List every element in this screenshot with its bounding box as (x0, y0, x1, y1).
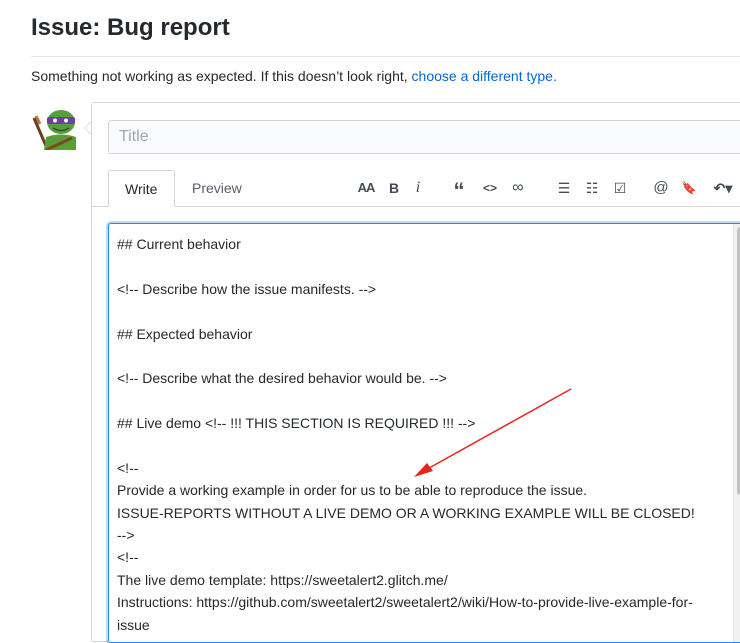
editor-line: <!-- (117, 549, 139, 566)
bullet-list-icon[interactable]: ☰ (555, 178, 573, 198)
mention-icon[interactable]: @ (652, 178, 670, 198)
issue-body-content[interactable]: ## Current behavior <!-- Describe how the… (117, 233, 717, 636)
issue-title-input[interactable] (108, 120, 740, 154)
numbered-list-icon[interactable]: ☷ (583, 178, 601, 198)
editor-line: ## Live demo <!-- !!! THIS SECTION IS RE… (117, 415, 476, 432)
editor-scrollbar[interactable] (733, 224, 740, 642)
editor-line: <!-- Describe what the desired behavior … (117, 370, 447, 387)
editor-line: The live demo template: https://sweetale… (117, 571, 448, 588)
editor-line: issue (117, 616, 150, 633)
code-icon[interactable]: <> (480, 178, 500, 198)
editor-line: Instructions: https://github.com/sweetal… (117, 594, 693, 611)
editor-line: --> (117, 527, 135, 544)
issue-type-hint-text: Something not working as expected. If th… (31, 68, 412, 84)
bold-icon[interactable]: B (386, 178, 402, 198)
tab-preview[interactable]: Preview (176, 170, 258, 207)
saved-reply-icon[interactable]: ↶▾ (708, 178, 738, 198)
issue-type-hint: Something not working as expected. If th… (31, 68, 557, 84)
editor-line: <!-- Describe how the issue manifests. -… (117, 280, 377, 297)
choose-different-type-link[interactable]: choose a different type. (412, 68, 557, 84)
issue-body-textarea[interactable]: ## Current behavior <!-- Describe how the… (108, 223, 740, 643)
quote-icon[interactable]: “ (450, 178, 468, 203)
tab-write[interactable]: Write (108, 170, 175, 207)
tabs-divider (92, 206, 740, 207)
title-divider (31, 56, 740, 57)
editor-line: ## Current behavior (117, 236, 241, 252)
editor-line: ## Expected behavior (117, 325, 253, 342)
italic-icon[interactable]: i (411, 178, 425, 198)
heading-icon[interactable]: AA (356, 178, 376, 198)
link-icon[interactable]: ∞ (508, 178, 528, 198)
editor-line: ISSUE-REPORTS WITHOUT A LIVE DEMO OR A W… (117, 504, 695, 521)
user-avatar[interactable] (32, 106, 76, 152)
editor-line: <!-- (117, 459, 139, 476)
page-title: Issue: Bug report (31, 14, 230, 41)
editor-line: Provide a working example in order for u… (117, 482, 588, 499)
cross-reference-icon[interactable]: 🔖 (680, 178, 698, 198)
form-caret (84, 121, 91, 135)
task-list-icon[interactable]: ☑ (611, 178, 629, 198)
